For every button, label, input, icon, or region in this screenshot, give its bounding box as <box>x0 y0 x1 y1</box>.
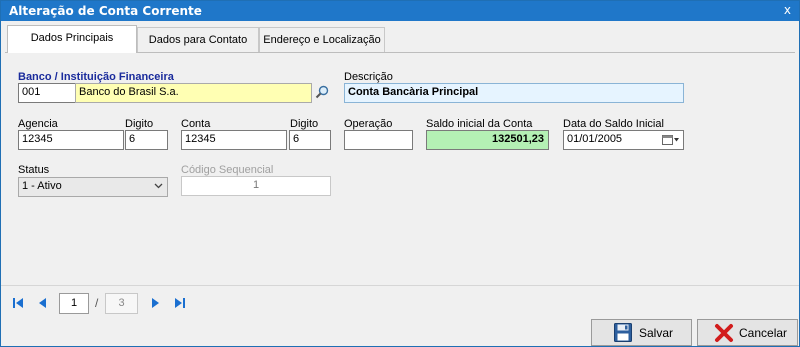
conta-label: Conta <box>181 118 211 130</box>
save-button[interactable]: Salvar <box>591 319 692 346</box>
next-page-icon[interactable] <box>149 297 161 309</box>
tab-endereco-localizacao[interactable]: Endereço e Localização <box>259 27 385 52</box>
saldo-inicial-input[interactable]: 132501,23 <box>426 130 549 150</box>
data-saldo-value: 01/01/2005 <box>567 133 623 145</box>
current-page-input[interactable]: 1 <box>59 293 89 314</box>
red-x-icon <box>714 323 734 346</box>
conta-digito-label: Digito <box>290 118 319 130</box>
banco-name-input[interactable]: Banco do Brasil S.a. <box>75 83 312 103</box>
cancel-label: Cancelar <box>739 326 788 340</box>
search-icon[interactable] <box>315 85 329 102</box>
status-label: Status <box>18 164 50 176</box>
dialog-window: Alteração de Conta Corrente x Dados Prin… <box>0 0 800 347</box>
status-select[interactable]: 1 - Ativo <box>18 177 168 197</box>
descricao-label: Descrição <box>344 71 393 83</box>
save-label: Salvar <box>639 326 674 340</box>
calendar-icon[interactable] <box>662 134 680 149</box>
agencia-input[interactable]: 12345 <box>18 130 124 150</box>
conta-input[interactable]: 12345 <box>181 130 287 150</box>
banco-code-input[interactable]: 001 <box>18 83 76 103</box>
cancel-button[interactable]: Cancelar <box>697 319 798 346</box>
banco-label: Banco / Instituição Financeira <box>18 71 174 83</box>
data-saldo-input[interactable]: 01/01/2005 <box>563 130 684 150</box>
descricao-input[interactable]: Conta Bancària Principal <box>344 83 684 103</box>
codigo-sequencial-input: 1 <box>181 176 331 196</box>
first-page-icon[interactable] <box>12 297 24 309</box>
conta-digito-input[interactable]: 6 <box>289 130 331 150</box>
operacao-label: Operação <box>344 118 393 130</box>
agencia-digito-label: Digito <box>125 118 154 130</box>
title-bar[interactable]: Alteração de Conta Corrente x <box>1 1 799 21</box>
agencia-label: Agencia <box>18 118 58 130</box>
total-pages: 3 <box>105 293 138 314</box>
tab-bar: Dados Principais Dados para Contato Ende… <box>5 25 795 53</box>
close-button[interactable]: x <box>784 3 791 17</box>
prev-page-icon[interactable] <box>37 297 49 309</box>
floppy-disk-icon <box>614 323 632 345</box>
chevron-down-icon <box>154 181 163 192</box>
operacao-input[interactable] <box>344 130 413 150</box>
window-title: Alteração de Conta Corrente <box>9 4 202 18</box>
status-value: 1 - Ativo <box>22 180 62 192</box>
data-saldo-label: Data do Saldo Inicial <box>563 118 664 130</box>
codigo-sequencial-label: Código Sequencial <box>181 164 274 176</box>
tab-dados-principais[interactable]: Dados Principais <box>7 25 137 53</box>
last-page-icon[interactable] <box>174 297 186 309</box>
footer-divider <box>1 285 799 286</box>
tab-dados-contato[interactable]: Dados para Contato <box>137 27 259 52</box>
saldo-inicial-label: Saldo inicial da Conta <box>426 118 533 130</box>
page-separator: / <box>95 296 99 310</box>
agencia-digito-input[interactable]: 6 <box>125 130 168 150</box>
